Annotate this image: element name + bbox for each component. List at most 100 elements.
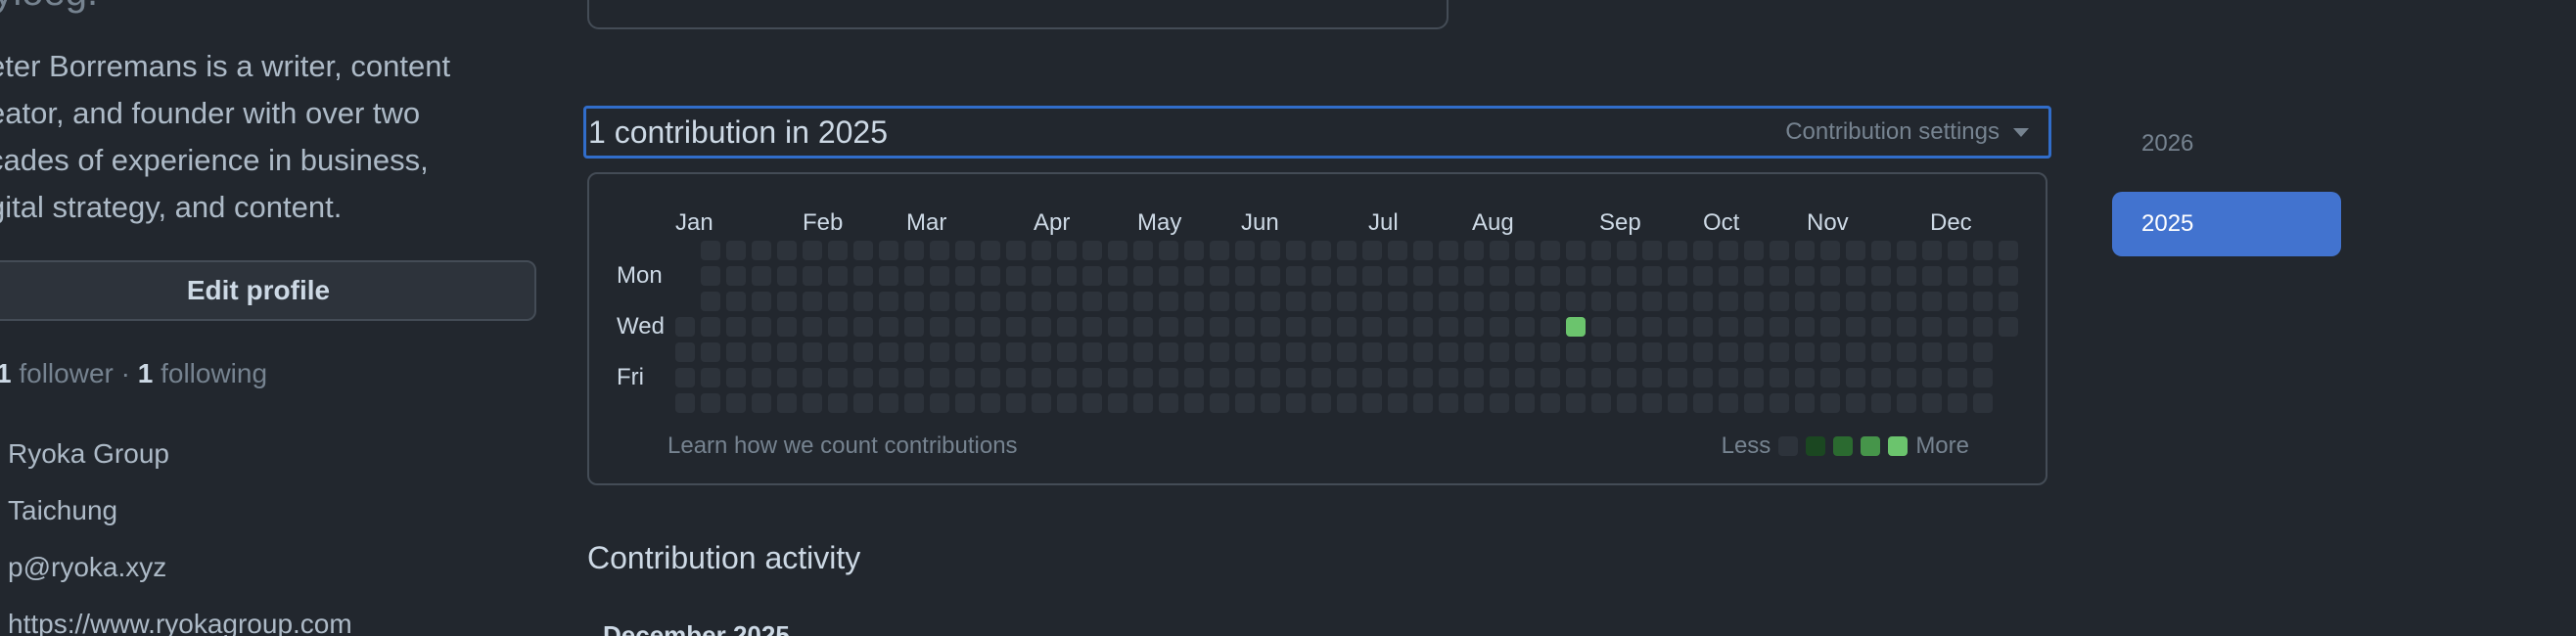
contribution-day[interactable] (1439, 317, 1458, 337)
contribution-day[interactable] (752, 241, 771, 260)
contribution-day[interactable] (1770, 368, 1789, 387)
contribution-day[interactable] (675, 342, 695, 362)
contribution-day[interactable] (1082, 266, 1102, 286)
contribution-day[interactable] (904, 266, 924, 286)
contribution-day[interactable] (955, 292, 975, 311)
contribution-day[interactable] (1108, 317, 1127, 337)
contribution-day[interactable] (1617, 368, 1636, 387)
contribution-day[interactable] (1973, 368, 1993, 387)
contribution-day[interactable] (1795, 342, 1815, 362)
contribution-day[interactable] (1770, 266, 1789, 286)
contribution-day[interactable] (1642, 342, 1662, 362)
contribution-day[interactable] (1082, 393, 1102, 413)
contribution-day[interactable] (1795, 393, 1815, 413)
contribution-day[interactable] (1566, 266, 1586, 286)
contribution-day[interactable] (1006, 241, 1026, 260)
contribution-day[interactable] (879, 342, 898, 362)
contribution-day[interactable] (1159, 317, 1178, 337)
contribution-day[interactable] (1337, 266, 1357, 286)
contribution-day[interactable] (1795, 368, 1815, 387)
contribution-day[interactable] (1719, 393, 1738, 413)
contribution-day[interactable] (1515, 393, 1535, 413)
contribution-day[interactable] (1057, 393, 1077, 413)
contribution-day[interactable] (1820, 241, 1840, 260)
contribution-day[interactable] (1362, 393, 1382, 413)
contribution-day[interactable] (1108, 368, 1127, 387)
contribution-day[interactable] (777, 241, 797, 260)
contribution-day[interactable] (879, 266, 898, 286)
contribution-day[interactable] (879, 241, 898, 260)
contribution-day[interactable] (828, 342, 848, 362)
contribution-day[interactable] (1719, 317, 1738, 337)
contribution-day[interactable] (1719, 292, 1738, 311)
contribution-day-active[interactable] (1566, 317, 1586, 337)
contribution-day[interactable] (1362, 342, 1382, 362)
contribution-day[interactable] (1846, 368, 1865, 387)
contribution-day[interactable] (1719, 368, 1738, 387)
contribution-day[interactable] (1108, 266, 1127, 286)
contribution-day[interactable] (1311, 368, 1331, 387)
contribution-day[interactable] (1922, 292, 1942, 311)
contribution-day[interactable] (1566, 292, 1586, 311)
contribution-day[interactable] (981, 266, 1000, 286)
contribution-day[interactable] (904, 292, 924, 311)
contribution-day[interactable] (1210, 292, 1229, 311)
contribution-day[interactable] (803, 393, 822, 413)
contribution-day[interactable] (981, 393, 1000, 413)
contribution-day[interactable] (1541, 292, 1560, 311)
contribution-day[interactable] (1948, 317, 1967, 337)
contribution-day[interactable] (1032, 292, 1051, 311)
contribution-day[interactable] (1006, 266, 1026, 286)
contribution-day[interactable] (1057, 368, 1077, 387)
contribution-day[interactable] (1541, 266, 1560, 286)
contribution-day[interactable] (1668, 266, 1687, 286)
contribution-day[interactable] (1973, 342, 1993, 362)
contribution-day[interactable] (1210, 393, 1229, 413)
contribution-day[interactable] (1719, 342, 1738, 362)
contribution-day[interactable] (1159, 393, 1178, 413)
contribution-day[interactable] (1591, 292, 1611, 311)
contribution-day[interactable] (1413, 368, 1433, 387)
contribution-day[interactable] (1948, 266, 1967, 286)
contribution-day[interactable] (1133, 342, 1153, 362)
contribution-day[interactable] (1770, 241, 1789, 260)
contribution-day[interactable] (1490, 292, 1509, 311)
contribution-day[interactable] (1311, 292, 1331, 311)
contribution-day[interactable] (1693, 317, 1713, 337)
contribution-day[interactable] (1464, 317, 1484, 337)
contribution-day[interactable] (1032, 266, 1051, 286)
contribution-day[interactable] (1846, 393, 1865, 413)
contribution-day[interactable] (1820, 292, 1840, 311)
contribution-day[interactable] (981, 342, 1000, 362)
contribution-day[interactable] (1286, 317, 1306, 337)
contribution-day[interactable] (1897, 317, 1916, 337)
contribution-day[interactable] (1770, 317, 1789, 337)
contribution-day[interactable] (1541, 317, 1560, 337)
contribution-day[interactable] (1413, 241, 1433, 260)
contribution-day[interactable] (1897, 393, 1916, 413)
contribution-day[interactable] (1617, 393, 1636, 413)
contribution-day[interactable] (777, 317, 797, 337)
contribution-day[interactable] (930, 393, 949, 413)
contribution-day[interactable] (1413, 292, 1433, 311)
contribution-day[interactable] (675, 393, 695, 413)
contribution-day[interactable] (1871, 393, 1891, 413)
contribution-day[interactable] (1337, 393, 1357, 413)
contribution-day[interactable] (777, 368, 797, 387)
contribution-day[interactable] (1159, 368, 1178, 387)
contribution-day[interactable] (1820, 266, 1840, 286)
contribution-day[interactable] (1617, 317, 1636, 337)
contribution-day[interactable] (1057, 266, 1077, 286)
contribution-day[interactable] (1388, 266, 1407, 286)
contribution-day[interactable] (1184, 266, 1204, 286)
contribution-day[interactable] (1184, 393, 1204, 413)
contribution-day[interactable] (904, 393, 924, 413)
contribution-day[interactable] (1490, 393, 1509, 413)
contribution-day[interactable] (1133, 241, 1153, 260)
contribution-day[interactable] (1032, 393, 1051, 413)
contribution-day[interactable] (777, 266, 797, 286)
contribution-day[interactable] (1591, 393, 1611, 413)
contribution-day[interactable] (1108, 241, 1127, 260)
learn-contributions-link[interactable]: Learn how we count contributions (667, 432, 1018, 460)
contribution-day[interactable] (1668, 317, 1687, 337)
